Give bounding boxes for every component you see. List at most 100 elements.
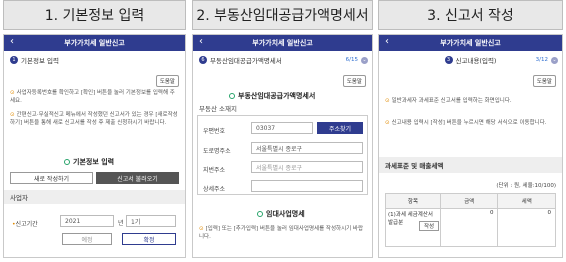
final-label: 확정 xyxy=(143,236,155,244)
row-tax: 0 xyxy=(547,210,552,216)
panel1-section-text: 기본정보 입력 xyxy=(73,158,115,166)
panel-real-estate: ‹ 부가가치세 일반신고 6 부동산임대공급가액명세서 6/15 ⌄ 도움말 부… xyxy=(192,34,373,258)
panel3-step-count: 3/12 xyxy=(535,57,548,63)
address-search-label: 주소찾기 xyxy=(328,125,352,133)
year-select[interactable]: 2021 xyxy=(60,215,114,227)
panel1-note-2: ⊙ 간편신고·무실적신고 메뉴에서 작성했던 신고서가 있는 경우 [새로작성하기… xyxy=(10,111,178,127)
panel3-step: 3 신고내용(입력) 3/12 ⌄ xyxy=(379,51,562,69)
help-button[interactable]: 도움말 xyxy=(155,75,179,87)
section-dot-icon xyxy=(229,93,235,99)
step-header-3: 3. 신고서 작성 xyxy=(378,0,563,30)
step-number-icon: 1 xyxy=(10,56,18,64)
address-search-button[interactable]: 주소찾기 xyxy=(317,122,363,134)
period-label-text: 신고기간 xyxy=(15,221,38,228)
col-tax: 세액 xyxy=(497,193,556,209)
help-button-label: 도움말 xyxy=(159,79,175,85)
back-icon[interactable]: ‹ xyxy=(10,36,14,47)
write-button[interactable]: 작성 xyxy=(419,221,439,231)
detail-address-label: 상세주소 xyxy=(203,186,226,193)
panel2-title: 부가가치세 일반신고 xyxy=(252,39,313,47)
back-icon[interactable]: ‹ xyxy=(199,36,203,47)
panel1-note-1-text: 사업자등록번호를 확인하고 [확인] 버튼을 눌러 기본정보를 입력해 주세요. xyxy=(10,90,175,104)
detail-address-input[interactable] xyxy=(251,180,363,192)
panel1-section-title: 기본정보 입력 xyxy=(64,157,114,167)
panel2-section2-title: 임대사업명세 xyxy=(257,209,305,219)
panel3-topbar: ‹ 부가가치세 일반신고 xyxy=(379,35,562,51)
row-amount: 0 xyxy=(489,210,494,216)
road-address-value: 서울특별시 종로구 xyxy=(256,145,303,153)
panel2-section-title: 부동산임대공급가액명세서 xyxy=(229,91,315,101)
panel2-step-label: 부동산임대공급가액명세서 xyxy=(210,57,282,65)
table-row: (1)과세 세금계산서 발급분 0 0 xyxy=(385,208,556,247)
step-number-icon: 3 xyxy=(444,56,453,64)
panel2-note-text: [입력] 또는 [추가입력] 버튼을 눌러 임대사업명세를 작성하시기 바랍니다… xyxy=(199,226,364,240)
new-write-label: 새로 작성하기 xyxy=(33,175,70,183)
panel2-step: 6 부동산임대공급가액명세서 6/15 ⌄ xyxy=(193,51,372,69)
step-header-2: 2. 부동산임대공급가액명세서 xyxy=(192,0,373,30)
help-button-label: 도움말 xyxy=(346,79,362,85)
panel2-section-text: 부동산임대공급가액명세서 xyxy=(238,92,316,100)
scheduled-label: 예정 xyxy=(81,236,93,244)
step-number-icon: 6 xyxy=(199,56,207,64)
notice-icon: ⊙ xyxy=(10,90,15,96)
panel1-note-2-text: 간편신고·무실적신고 메뉴에서 작성했던 신고서가 있는 경우 [새로작성하기]… xyxy=(10,112,178,126)
panel1-topbar: ‹ 부가가치세 일반신고 xyxy=(4,35,185,51)
scheduled-button[interactable]: 예정 xyxy=(62,233,112,245)
panel2-sub: 부동산 소재지 xyxy=(199,105,237,113)
panel-report: ‹ 부가가치세 일반신고 3 신고내용(입력) 3/12 ⌄ 도움말 ⊙ 일반과세… xyxy=(378,34,563,258)
period-select[interactable]: 1기 xyxy=(126,215,176,227)
chevron-down-icon[interactable]: ⌄ xyxy=(551,56,558,64)
back-icon[interactable]: ‹ xyxy=(385,36,389,47)
year-unit: 년 xyxy=(118,220,124,227)
zip-input[interactable]: 03037 xyxy=(251,122,313,134)
lot-address-input[interactable]: 서울특별시 종로구 xyxy=(251,161,363,173)
period-label: •신고기간 xyxy=(12,219,38,228)
period-value: 1기 xyxy=(131,218,141,226)
panel3-note-2: ⊙ 신고내용 입력시 [작성] 버튼을 누르시면 해당 서식으로 이동합니다. xyxy=(385,119,557,127)
road-address-input[interactable]: 서울특별시 종로구 xyxy=(251,142,363,154)
help-button[interactable]: 도움말 xyxy=(532,75,556,87)
section-dot-icon xyxy=(64,159,70,165)
panel3-title: 부가가치세 일반신고 xyxy=(440,39,501,47)
lot-address-label: 지번주소 xyxy=(203,167,226,174)
road-address-label: 도로명주소 xyxy=(203,148,231,155)
row-tax-cell[interactable]: 0 xyxy=(497,208,556,247)
year-value: 2021 xyxy=(65,217,81,225)
notice-icon: ⊙ xyxy=(385,98,390,104)
write-button-label: 작성 xyxy=(423,224,435,230)
panel3-bar: 과세표준 및 매출세액 xyxy=(379,157,562,173)
new-write-button[interactable]: 새로 작성하기 xyxy=(10,172,93,184)
panel1-note-1: ⊙ 사업자등록번호를 확인하고 [확인] 버튼을 눌러 기본정보를 입력해 주세요… xyxy=(10,89,178,105)
zip-value: 03037 xyxy=(256,124,276,132)
final-button[interactable]: 확정 xyxy=(122,233,176,245)
panel2-topbar: ‹ 부가가치세 일반신고 xyxy=(193,35,372,51)
tax-table: 항목 금액 세액 (1)과세 세금계산서 발급분 0 0 xyxy=(385,193,556,247)
panel3-bar-label: 과세표준 및 매출세액 xyxy=(385,162,444,170)
panel1-bar-label: 사업자 xyxy=(10,194,28,202)
zip-label: 우편번호 xyxy=(203,128,226,135)
section-dot-icon xyxy=(257,211,263,217)
panel1-step: 1 기본정보 입력 xyxy=(4,51,185,69)
help-button[interactable]: 도움말 xyxy=(342,75,366,87)
panel2-note: ⊙ [입력] 또는 [추가입력] 버튼을 눌러 임대사업명세를 작성하시기 바랍니… xyxy=(199,225,367,241)
panel1-bar: 사업자 xyxy=(4,190,185,204)
notice-icon: ⊙ xyxy=(385,120,390,126)
table-header-row: 항목 금액 세액 xyxy=(385,193,556,209)
panel3-note-1-text: 일반과세자 과세표준 신고서를 입력하는 화면입니다. xyxy=(391,98,512,104)
load-report-button[interactable]: 신고서 불러오기 xyxy=(96,172,179,184)
help-button-label: 도움말 xyxy=(536,79,552,85)
panel-basic-info: ‹ 부가가치세 일반신고 1 기본정보 입력 도움말 ⊙ 사업자등록번호를 확인하… xyxy=(3,34,186,258)
panel3-step-label: 신고내용(입력) xyxy=(455,57,497,65)
col-item: 항목 xyxy=(385,193,441,209)
panel1-title: 부가가치세 일반신고 xyxy=(64,39,125,47)
panel3-note-2-text: 신고내용 입력시 [작성] 버튼을 누르시면 해당 서식으로 이동합니다. xyxy=(391,120,547,126)
lot-address-value: 서울특별시 종로구 xyxy=(256,164,303,172)
chevron-down-icon[interactable]: ⌄ xyxy=(361,56,368,64)
col-amount: 금액 xyxy=(439,193,499,209)
load-report-label: 신고서 불러오기 xyxy=(117,175,158,183)
row-amount-cell[interactable]: 0 xyxy=(439,208,499,247)
notice-icon: ⊙ xyxy=(10,112,15,118)
panel3-note-1: ⊙ 일반과세자 과세표준 신고서를 입력하는 화면입니다. xyxy=(385,97,557,105)
panel3-unit: (단위 : 원, 세율:10/100) xyxy=(496,183,556,189)
panel2-step-count: 6/15 xyxy=(345,57,358,63)
